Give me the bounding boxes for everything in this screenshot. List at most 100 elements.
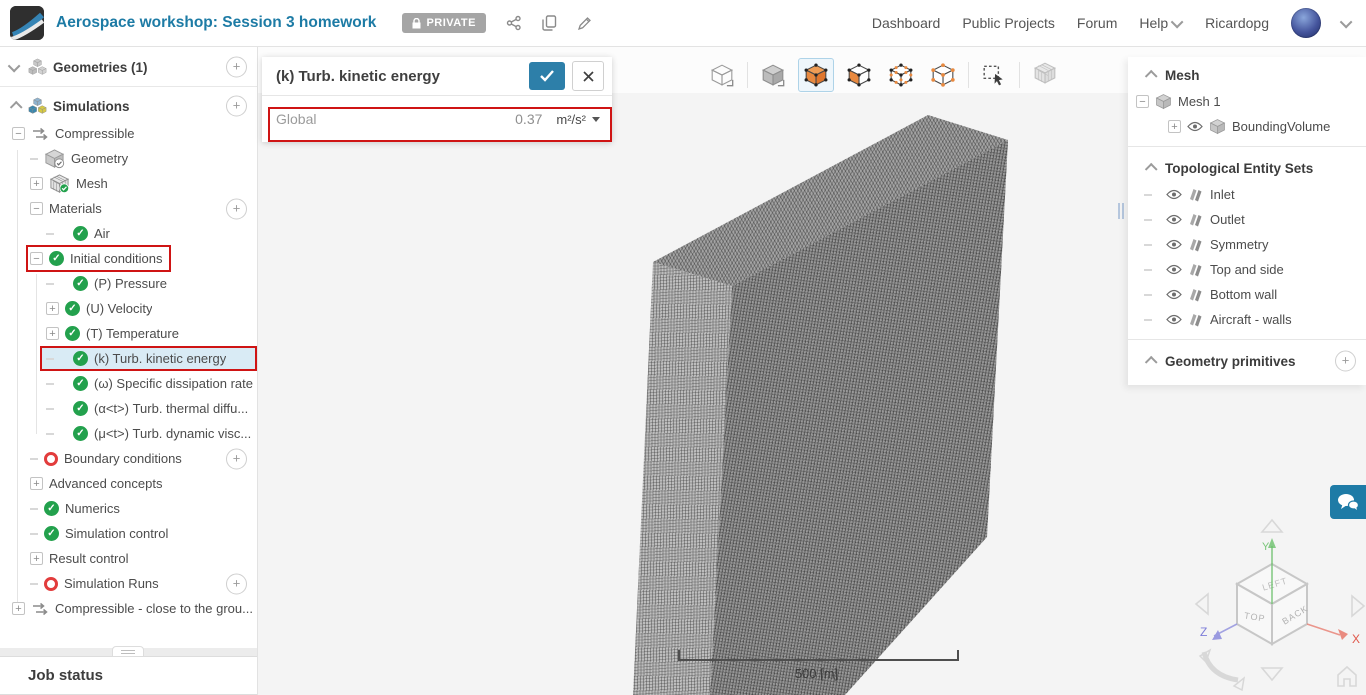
tree-item-compressible[interactable]: − Compressible bbox=[0, 121, 257, 146]
close-button[interactable] bbox=[572, 61, 604, 91]
pan-down-arrow[interactable] bbox=[1260, 667, 1284, 682]
tool-fit-view[interactable] bbox=[705, 59, 739, 91]
add-button[interactable]: + bbox=[226, 56, 247, 78]
tree-item-advanced-concepts[interactable]: + Advanced concepts bbox=[0, 471, 257, 496]
global-value-row[interactable]: Global 0.37 m²/s² bbox=[262, 96, 612, 142]
tree-item-t-temperature[interactable]: + ✓ (T) Temperature bbox=[0, 321, 257, 346]
eye-icon[interactable] bbox=[1166, 289, 1182, 300]
tree-item-materials[interactable]: − Materials + bbox=[0, 196, 257, 221]
tool-box-selection[interactable] bbox=[977, 59, 1011, 91]
scene-item-bottom-wall[interactable]: Bottom wall bbox=[1128, 282, 1366, 307]
nav-username[interactable]: Ricardopg bbox=[1205, 15, 1269, 31]
tool-mesh-visibility[interactable] bbox=[1028, 59, 1062, 91]
tree-item-t-turb-dynamic-visc[interactable]: ✓ (μ<t>) Turb. dynamic visc... bbox=[0, 421, 257, 446]
nav-forum[interactable]: Forum bbox=[1077, 15, 1117, 31]
navigation-cube[interactable]: LEFT TOP BACK Y X Z bbox=[1192, 516, 1366, 695]
nav-public-projects[interactable]: Public Projects bbox=[962, 15, 1055, 31]
scene-item-outlet[interactable]: Outlet bbox=[1128, 207, 1366, 232]
edit-icon[interactable] bbox=[577, 16, 592, 31]
pan-up-arrow[interactable] bbox=[1260, 518, 1284, 533]
toggle-minus[interactable]: − bbox=[1136, 95, 1149, 108]
pan-left-arrow[interactable] bbox=[1194, 592, 1209, 616]
eye-icon[interactable] bbox=[1166, 239, 1182, 250]
pan-right-arrow[interactable] bbox=[1351, 594, 1366, 618]
toggle-minus[interactable]: − bbox=[30, 252, 43, 265]
rotate-view-arrow[interactable] bbox=[1201, 651, 1239, 683]
unit-dropdown[interactable]: m²/s² bbox=[556, 112, 600, 127]
tree-item-simulation-control[interactable]: ✓ Simulation control bbox=[0, 521, 257, 546]
tool-vertex-selection[interactable] bbox=[926, 59, 960, 91]
toggle-plus[interactable]: + bbox=[1168, 120, 1181, 133]
tool-face-selection[interactable] bbox=[842, 59, 876, 91]
tree-item-u-velocity[interactable]: + ✓ (U) Velocity bbox=[0, 296, 257, 321]
tree-item-initial-conditions[interactable]: − ✓ Initial conditions bbox=[0, 245, 257, 272]
collapse-chevron-icon[interactable] bbox=[1144, 69, 1158, 83]
add-button[interactable]: + bbox=[226, 95, 247, 117]
job-status-bar[interactable]: Job status bbox=[0, 656, 257, 695]
scene-item-aircraft-walls[interactable]: Aircraft - walls bbox=[1128, 307, 1366, 332]
tree-item-k-turb-kinetic-energy[interactable]: ✓ (k) Turb. kinetic energy bbox=[0, 346, 257, 371]
user-avatar[interactable] bbox=[1291, 8, 1321, 38]
project-title[interactable]: Aerospace workshop: Session 3 homework bbox=[56, 14, 376, 32]
scene-item-symmetry[interactable]: Symmetry bbox=[1128, 232, 1366, 257]
tree-item-specific-dissipation-rate[interactable]: ✓ (ω) Specific dissipation rate bbox=[0, 371, 257, 396]
eye-icon[interactable] bbox=[1166, 189, 1182, 200]
tree-item-air[interactable]: ✓ Air bbox=[0, 221, 257, 246]
toggle-plus[interactable]: + bbox=[30, 552, 43, 565]
tree-item-p-pressure[interactable]: ✓ (P) Pressure bbox=[0, 271, 257, 296]
eye-icon[interactable] bbox=[1166, 314, 1182, 325]
nav-help[interactable]: Help bbox=[1139, 15, 1184, 31]
toggle-plus[interactable]: + bbox=[46, 302, 59, 315]
toggle-plus[interactable]: + bbox=[46, 327, 59, 340]
toggle-minus[interactable]: − bbox=[12, 127, 25, 140]
tree-item-compressible-close-to-the-grou[interactable]: + Compressible - close to the grou... bbox=[0, 596, 257, 621]
apply-button[interactable] bbox=[529, 62, 565, 90]
toggle-chevron-up[interactable] bbox=[8, 100, 23, 114]
tool-edge-selection[interactable] bbox=[884, 59, 918, 91]
tree-item-simulation-runs[interactable]: Simulation Runs + bbox=[0, 571, 257, 596]
toggle-chevron-down[interactable] bbox=[7, 59, 22, 72]
toggle-plus[interactable]: + bbox=[30, 477, 43, 490]
tool-shaded-view[interactable] bbox=[756, 59, 790, 91]
toggle-minus[interactable]: − bbox=[30, 202, 43, 215]
tree-item-simulations[interactable]: Simulations + bbox=[0, 91, 257, 121]
global-row-value[interactable]: 0.37 bbox=[515, 111, 542, 127]
tree-item-mesh[interactable]: + Mesh bbox=[0, 171, 257, 196]
section-header-geometry-primitives[interactable]: Geometry primitives + bbox=[1128, 347, 1366, 375]
scene-item-mesh-1[interactable]: − Mesh 1 bbox=[1128, 89, 1366, 114]
share-icon[interactable] bbox=[506, 15, 522, 31]
eye-icon[interactable] bbox=[1166, 264, 1182, 275]
tree-item-content: ✓ Air bbox=[46, 222, 116, 245]
home-icon[interactable] bbox=[1337, 665, 1357, 687]
add-button[interactable]: + bbox=[226, 198, 247, 219]
nav-dashboard[interactable]: Dashboard bbox=[872, 15, 941, 31]
collapse-chevron-icon[interactable] bbox=[1144, 355, 1158, 369]
eye-icon[interactable] bbox=[1187, 121, 1203, 132]
tree-item-geometry[interactable]: Geometry bbox=[0, 146, 257, 171]
toggle-plus[interactable]: + bbox=[30, 177, 43, 190]
tree-item-geometries-1[interactable]: Geometries (1) + bbox=[0, 52, 257, 82]
add-button[interactable]: + bbox=[226, 573, 247, 594]
collapse-chevron-icon[interactable] bbox=[1144, 162, 1158, 176]
tree-item-boundary-conditions[interactable]: Boundary conditions + bbox=[0, 446, 257, 471]
tree-item-result-control[interactable]: + Result control bbox=[0, 546, 257, 571]
sidebar-drag-tab[interactable] bbox=[112, 646, 144, 656]
duplicate-icon[interactable] bbox=[542, 15, 557, 31]
scene-item-inlet[interactable]: Inlet bbox=[1128, 182, 1366, 207]
eye-icon[interactable] bbox=[1166, 214, 1182, 225]
user-menu-chevron-icon[interactable] bbox=[1339, 15, 1353, 28]
app-logo[interactable] bbox=[10, 6, 44, 40]
tree-item-numerics[interactable]: ✓ Numerics bbox=[0, 496, 257, 521]
tree-item-content: Geometries (1) bbox=[7, 56, 154, 79]
scene-item-boundingvolume[interactable]: + BoundingVolume bbox=[1128, 114, 1366, 139]
section-header-topological-entity-sets[interactable]: Topological Entity Sets bbox=[1128, 154, 1366, 182]
section-header-mesh[interactable]: Mesh bbox=[1128, 61, 1366, 89]
tree-item-t-turb-thermal-diffu[interactable]: ✓ (α<t>) Turb. thermal diffu... bbox=[0, 396, 257, 421]
add-button[interactable]: + bbox=[1335, 350, 1356, 372]
scene-item-top-and-side[interactable]: Top and side bbox=[1128, 257, 1366, 282]
panel-resize-handle[interactable] bbox=[1118, 203, 1124, 219]
chat-button[interactable] bbox=[1330, 485, 1366, 519]
tool-volume-selection[interactable] bbox=[798, 58, 834, 92]
add-button[interactable]: + bbox=[226, 448, 247, 469]
toggle-plus[interactable]: + bbox=[12, 602, 25, 615]
